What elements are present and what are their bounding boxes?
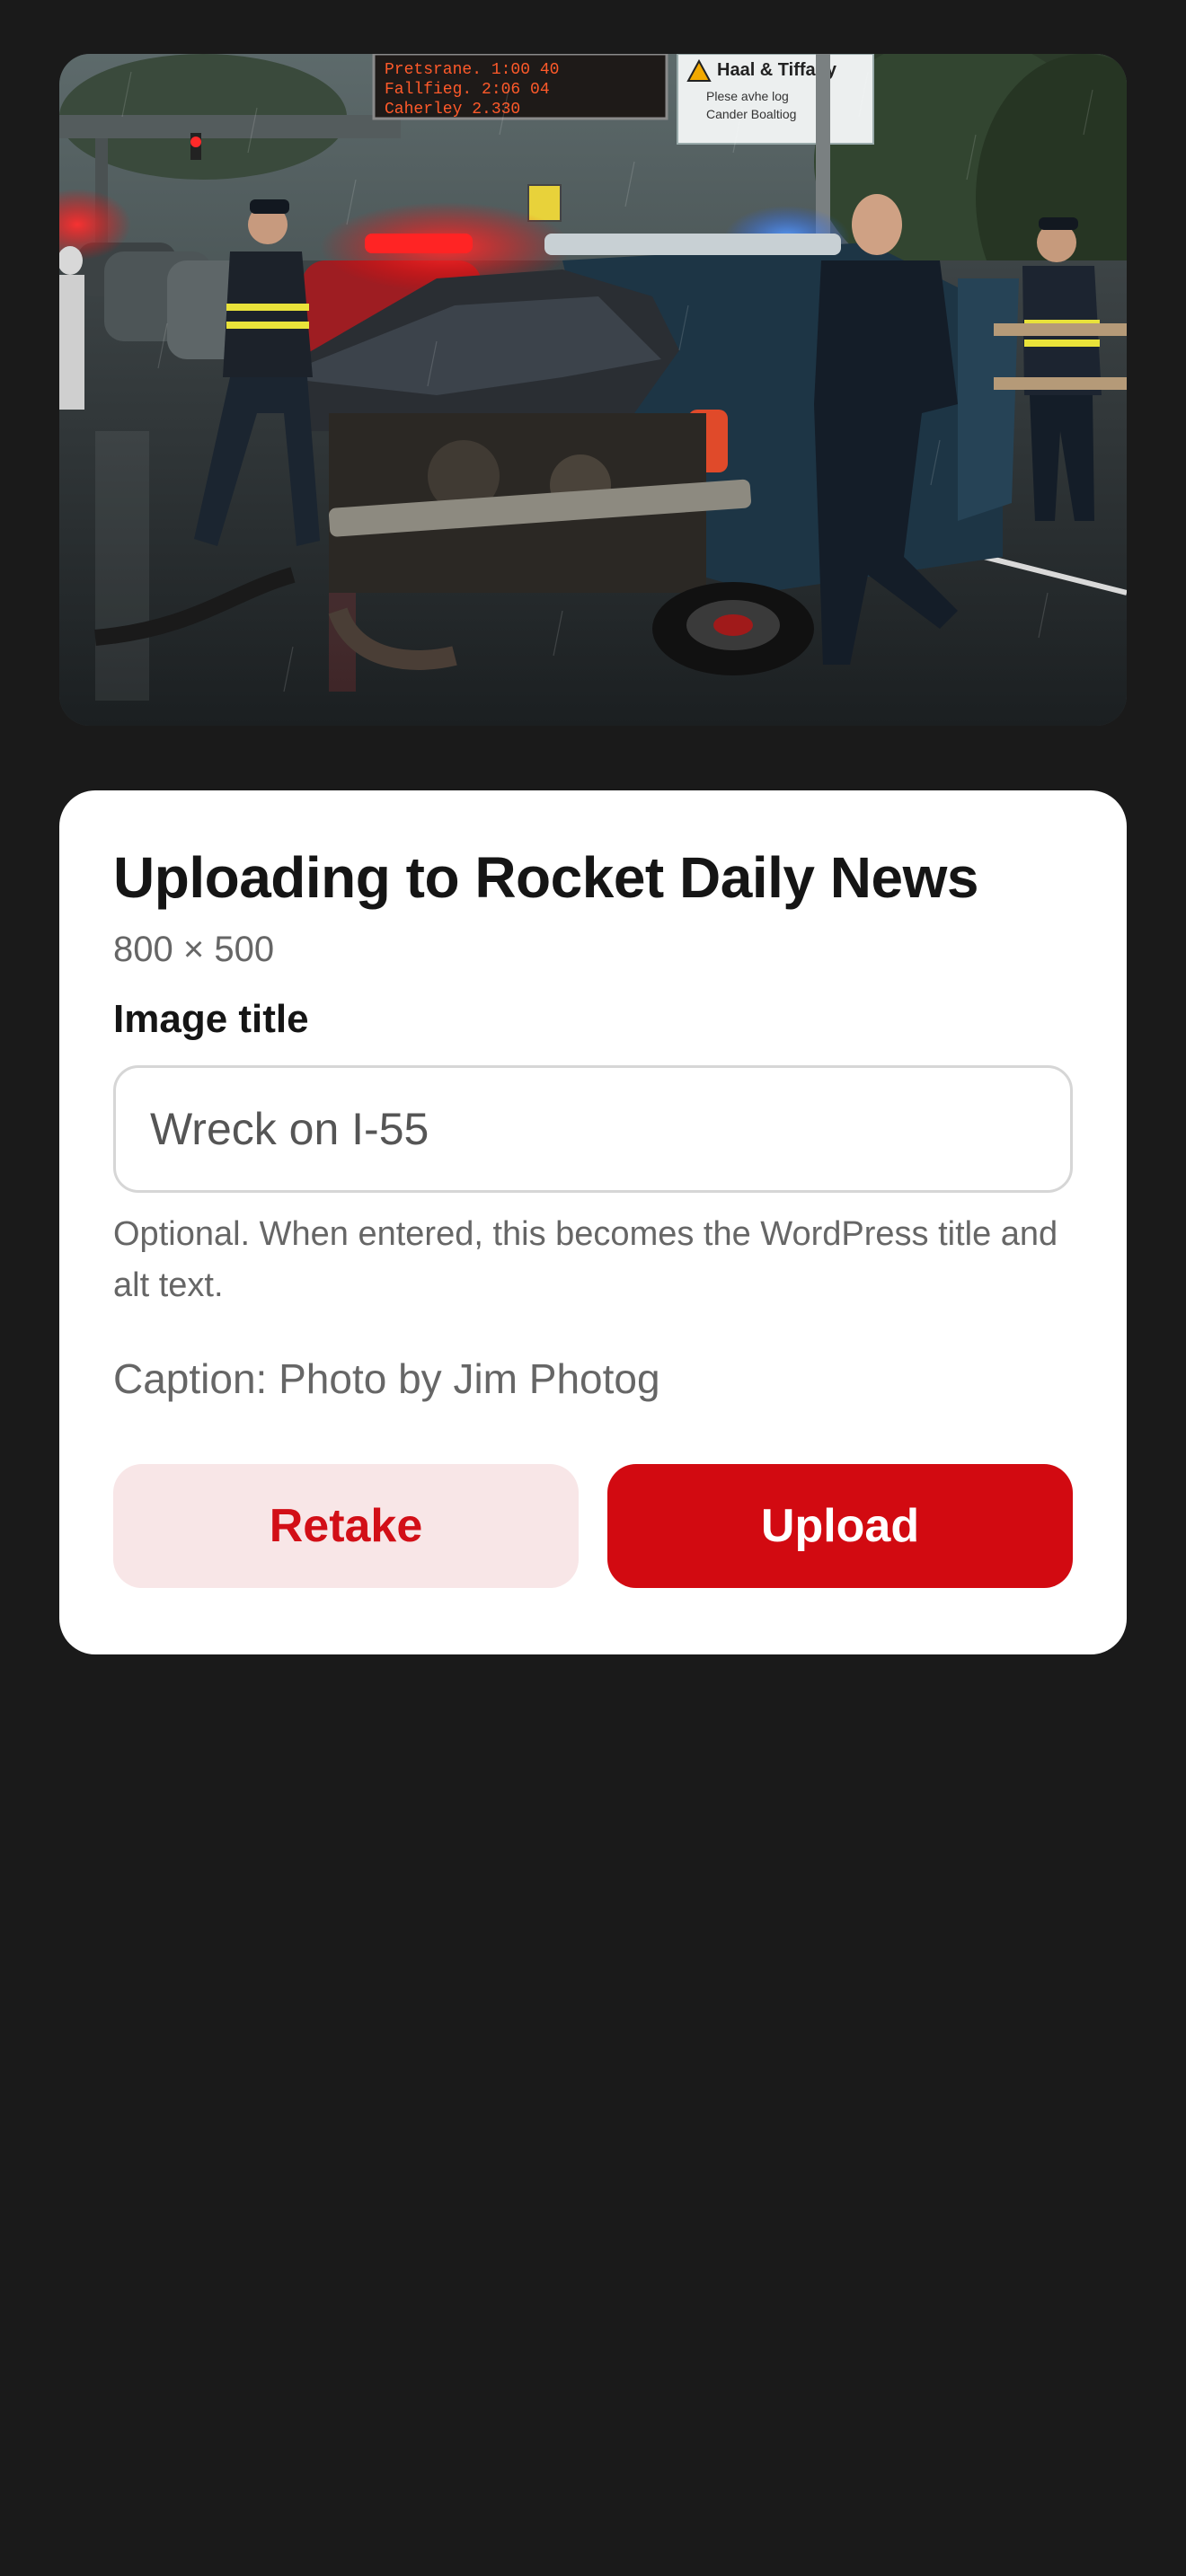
sign-board-line-2: Fallfieg. 2:06 04 [385, 81, 550, 99]
image-title-help-text: Optional. When entered, this becomes the… [113, 1215, 1058, 1304]
upload-card: Uploading to Rocket Daily News 800 × 500… [59, 790, 1127, 1654]
image-title-label: Image title [113, 997, 309, 1041]
road-sign-line-2: Cander Boaltiog [706, 107, 796, 121]
photo-preview: Pretsrane. 1:00 40 Fallfieg. 2:06 04 Cah… [59, 54, 1127, 726]
image-title-input[interactable] [113, 1065, 1073, 1193]
upload-button[interactable]: Upload [607, 1464, 1073, 1588]
sign-board-line-1: Pretsrane. 1:00 40 [385, 61, 559, 79]
sign-board-line-3: Caherley 2.330 [385, 101, 520, 119]
upload-title: Uploading to Rocket Daily News [113, 845, 978, 910]
retake-button[interactable]: Retake [113, 1464, 579, 1588]
accident-scene-image: Pretsrane. 1:00 40 Fallfieg. 2:06 04 Cah… [59, 54, 1127, 726]
image-dimensions: 800 × 500 [113, 930, 275, 969]
photo-caption: Caption: Photo by Jim Photog [113, 1355, 660, 1402]
road-sign-line-1: Plese avhe log [706, 89, 789, 103]
